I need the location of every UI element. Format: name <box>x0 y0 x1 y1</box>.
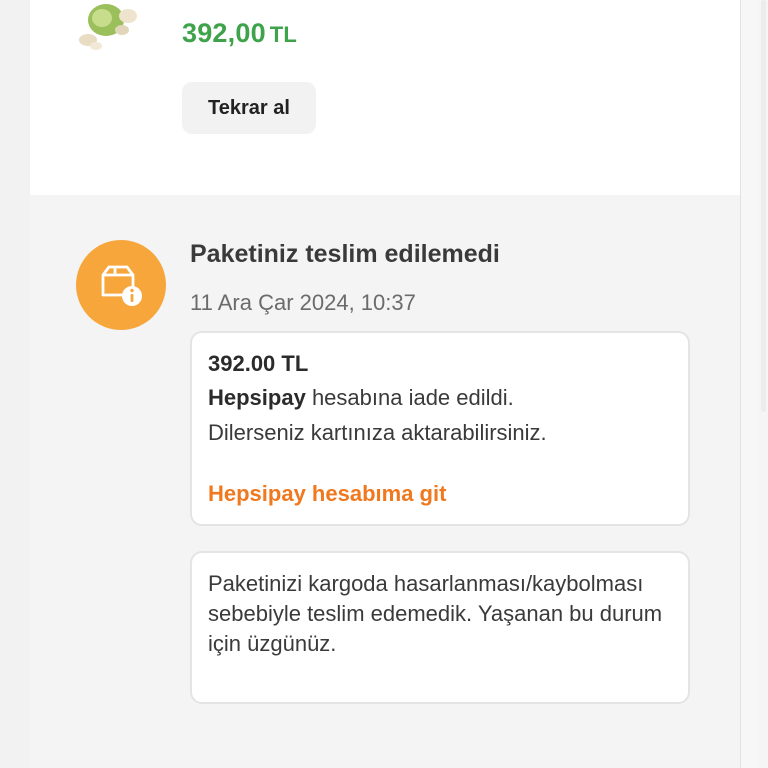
divider <box>740 0 741 768</box>
refund-hint-text: Dilerseniz kartınıza aktarabilirsiniz. <box>208 420 547 445</box>
go-to-wallet-link[interactable]: Hepsipay hesabıma git <box>208 481 446 507</box>
price-value: 392,00 <box>182 18 266 48</box>
product-image <box>79 4 137 50</box>
scrollbar-thumb[interactable] <box>761 0 766 412</box>
wallet-name: Hepsipay <box>208 385 306 410</box>
delivery-failure-message: Paketinizi kargoda hasarlanması/kaybolma… <box>208 571 663 656</box>
rebuy-button[interactable]: Tekrar al <box>182 82 316 134</box>
refund-status-text: Hepsipay hesabına iade edildi. <box>208 385 514 411</box>
status-title: Paketiniz teslim edilemedi <box>190 240 500 268</box>
package-info-icon <box>76 240 166 330</box>
price-currency: TL <box>269 22 298 47</box>
refund-status-rest: hesabına iade edildi. <box>305 385 514 410</box>
status-date: 11 Ara Çar 2024, 10:37 <box>190 290 416 315</box>
left-margin <box>0 0 30 768</box>
product-price: 392,00 TL <box>182 18 297 49</box>
refund-amount: 392.00 TL <box>208 351 309 376</box>
message-card: Paketinizi kargoda hasarlanması/kaybolma… <box>190 551 690 704</box>
refund-card: 392.00 TL Hepsipay hesabına iade edildi.… <box>190 331 690 526</box>
